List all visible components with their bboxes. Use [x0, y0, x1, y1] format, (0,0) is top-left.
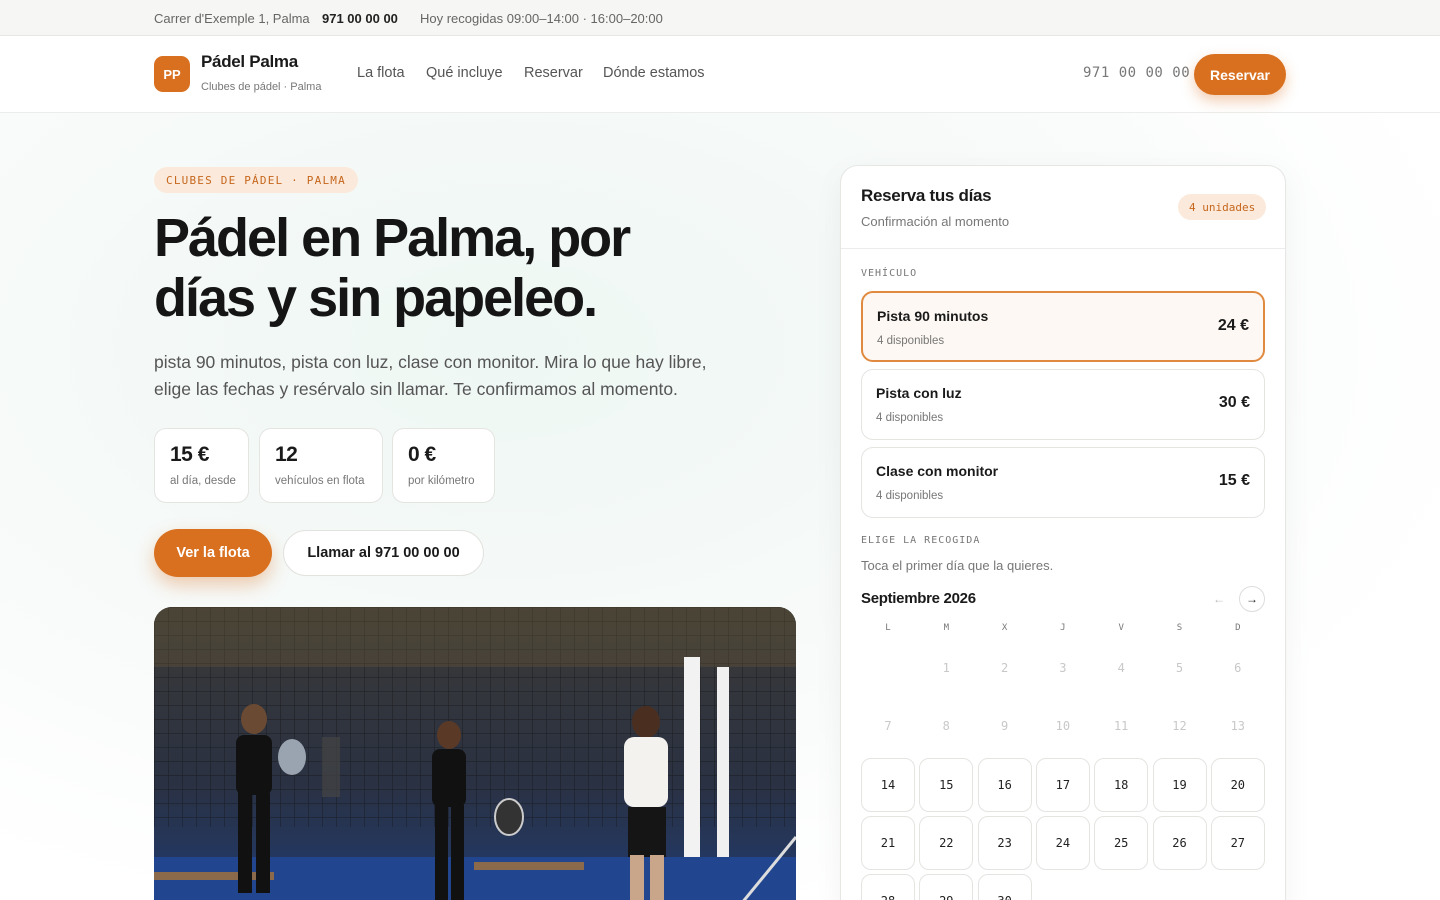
- address-text: Carrer d'Exemple 1, Palma: [154, 11, 310, 26]
- pickup-section-label: ELIGE LA RECOGIDA: [861, 535, 981, 546]
- option-name: Pista 90 minutos: [877, 308, 989, 324]
- weekday-label: V: [1118, 623, 1124, 633]
- calendar-day-disabled: 4: [1117, 661, 1125, 675]
- calendar-day-disabled: 9: [1000, 719, 1009, 734]
- site-header: PP Pádel Palma Clubes de pádel · Palma L…: [0, 36, 1440, 113]
- pickup-hint: Toca el primer día que la quieres.: [861, 558, 1054, 573]
- calendar-day-available[interactable]: 21: [861, 815, 915, 870]
- booking-title: Reserva tus días: [861, 186, 992, 205]
- weekday-label: J: [1060, 623, 1066, 633]
- calendar-day-available[interactable]: 30: [977, 874, 1032, 900]
- hero-title: Pádel en Palma, por días y sin papeleo.: [154, 208, 774, 328]
- call-button[interactable]: Llamar al 971 00 00 00: [283, 530, 484, 576]
- calendar-day-available[interactable]: 14: [861, 757, 915, 812]
- padel-players-illustration: [154, 607, 796, 900]
- calendar-day-disabled: 5: [1175, 661, 1184, 675]
- calendar-day-disabled: 1: [942, 661, 950, 675]
- calendar-day-disabled: 3: [1059, 661, 1067, 675]
- booking-subtitle: Confirmación al momento: [861, 214, 1010, 229]
- calendar-day-disabled: 6: [1234, 661, 1242, 675]
- option-price: 15 €: [1218, 472, 1250, 489]
- stat-value: 15 €: [170, 443, 209, 466]
- calendar-day-disabled: 12: [1172, 719, 1187, 734]
- calendar-day-disabled: 13: [1230, 719, 1246, 734]
- stat-km: 0 € por kilómetro: [392, 428, 495, 503]
- arrow-right-icon[interactable]: →: [1239, 586, 1265, 612]
- booking-card: Reserva tus días Confirmación al momento…: [840, 165, 1286, 900]
- calendar-day-available[interactable]: 23: [977, 815, 1032, 870]
- calendar-day-available[interactable]: 20: [1210, 757, 1265, 812]
- weekday-label: M: [943, 623, 949, 633]
- option-name: Clase con monitor: [876, 463, 999, 479]
- calendar-day-available[interactable]: 22: [919, 815, 974, 870]
- weekday-label: S: [1176, 623, 1183, 633]
- weekday-label: D: [1235, 623, 1241, 633]
- nav-link-flota[interactable]: La flota: [357, 65, 405, 81]
- units-badge: 4 unidades: [1178, 194, 1267, 220]
- top-info-bar: Carrer d'Exemple 1, Palma 971 00 00 00 H…: [0, 0, 1440, 36]
- option-clase-monitor[interactable]: Clase con monitor 4 disponibles 15 €: [861, 447, 1265, 518]
- option-availability: 4 disponibles: [876, 412, 944, 424]
- calendar-month: Septiembre 2026: [861, 590, 976, 607]
- nav-link-reservar[interactable]: Reservar: [524, 65, 583, 81]
- weekday-label: X: [1001, 623, 1008, 633]
- calendar-day-available[interactable]: 16: [977, 757, 1032, 812]
- calendar-day-available[interactable]: 25: [1094, 815, 1149, 870]
- brand-logo[interactable]: PP: [154, 56, 190, 92]
- nav-link-incluye[interactable]: Qué incluye: [426, 65, 503, 81]
- hero-title-line2: días y sin papeleo.: [154, 268, 598, 328]
- calendar-day-available[interactable]: 24: [1035, 815, 1090, 870]
- calendar-day-disabled: 7: [884, 719, 892, 734]
- calendar-day-disabled: 10: [1055, 719, 1071, 734]
- stat-label: por kilómetro: [408, 475, 475, 487]
- calendar-day-available[interactable]: 29: [919, 874, 974, 900]
- option-pista-90[interactable]: Pista 90 minutos 4 disponibles 24 €: [861, 291, 1265, 362]
- brand-subtitle: Clubes de pádel · Palma: [201, 81, 322, 93]
- brand-name[interactable]: Pádel Palma: [201, 52, 298, 72]
- calendar-day-disabled: 11: [1113, 719, 1129, 734]
- stat-value: 0 €: [408, 443, 436, 466]
- hero-title-line1: Pádel en Palma, por: [154, 208, 631, 268]
- hero-photo: [154, 607, 796, 900]
- view-fleet-button[interactable]: Ver la flota: [154, 529, 272, 577]
- hero-tag: CLUBES DE PÁDEL · PALMA: [154, 167, 358, 193]
- option-price: 24 €: [1217, 317, 1249, 334]
- stat-label: al día, desde: [170, 475, 236, 487]
- calendar-day-available[interactable]: 28: [861, 874, 915, 900]
- calendar-day-available[interactable]: 15: [919, 757, 974, 812]
- stat-fleet: 12 vehículos en flota: [259, 428, 383, 503]
- vehicle-section-label: VEHÍCULO: [861, 268, 918, 279]
- stat-value: 12: [275, 443, 298, 466]
- calendar-day-available[interactable]: 18: [1094, 757, 1149, 812]
- weekday-label: L: [885, 623, 891, 633]
- arrow-left-icon[interactable]: ←: [1206, 586, 1232, 612]
- stat-price: 15 € al día, desde: [154, 428, 249, 503]
- calendar-day-available[interactable]: 26: [1152, 815, 1207, 870]
- card-divider: [841, 248, 1285, 249]
- calendar-day-available[interactable]: 19: [1152, 757, 1207, 812]
- reserve-button[interactable]: Reservar: [1194, 54, 1286, 95]
- option-availability: 4 disponibles: [876, 490, 944, 502]
- header-phone[interactable]: 971 00 00 00: [1083, 65, 1190, 81]
- option-pista-luz[interactable]: Pista con luz 4 disponibles 30 €: [861, 369, 1265, 440]
- hero-lead: pista 90 minutos, pista con luz, clase c…: [154, 352, 707, 399]
- option-price: 30 €: [1218, 394, 1250, 411]
- calendar-day-disabled: 8: [942, 719, 950, 734]
- nav-link-donde[interactable]: Dónde estamos: [603, 65, 705, 81]
- calendar-day-available[interactable]: 17: [1035, 757, 1090, 812]
- topbar-phone[interactable]: 971 00 00 00: [322, 11, 398, 26]
- calendar-day-available[interactable]: 27: [1210, 815, 1265, 870]
- stat-label: vehículos en flota: [275, 475, 365, 487]
- option-name: Pista con luz: [876, 385, 962, 401]
- option-availability: 4 disponibles: [877, 335, 945, 347]
- hours-text: Hoy recogidas 09:00–14:00 · 16:00–20:00: [420, 11, 663, 26]
- calendar-day-disabled: 2: [1000, 661, 1009, 675]
